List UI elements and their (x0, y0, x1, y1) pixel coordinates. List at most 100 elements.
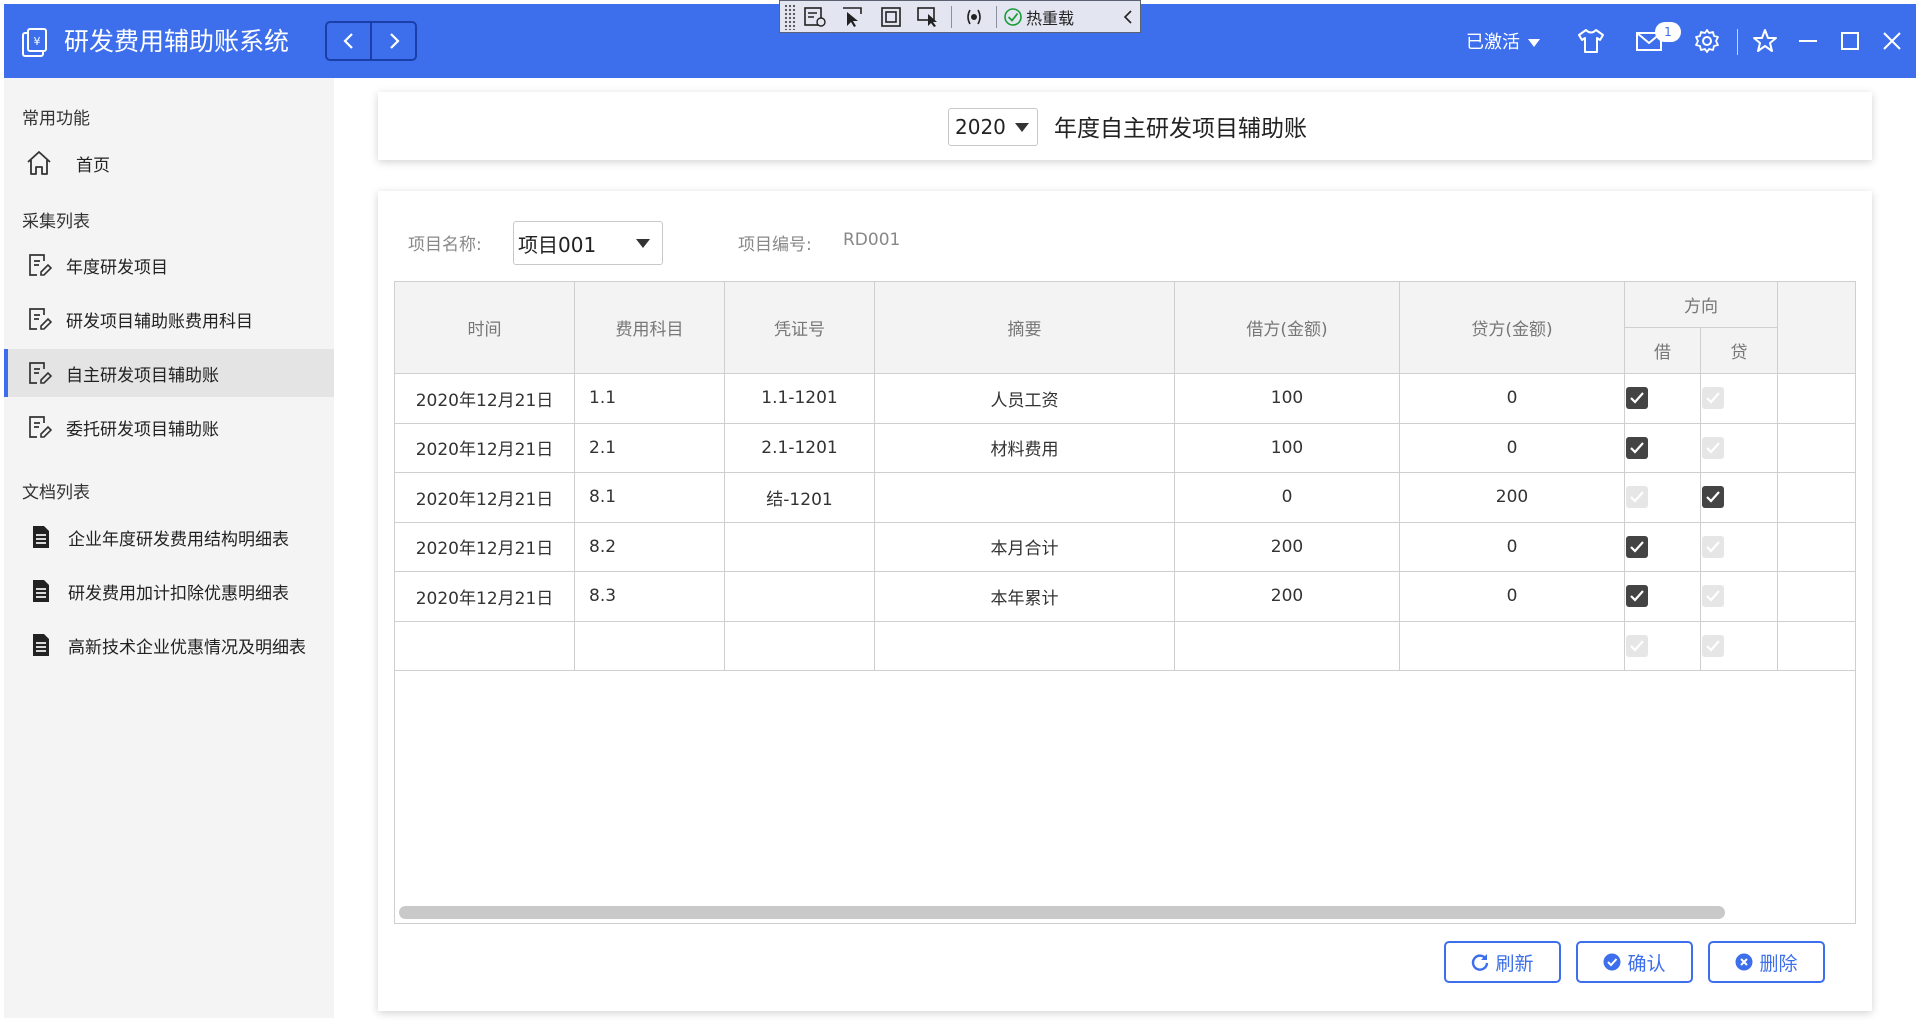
cell-filler (1778, 374, 1855, 424)
cell-credit[interactable] (1400, 621, 1625, 671)
cell-debit[interactable]: 100 (1175, 423, 1400, 473)
sidebar-item-home[interactable]: 首页 (4, 139, 334, 187)
column-header-voucher[interactable]: 凭证号 (725, 282, 875, 374)
favorite-button[interactable] (1748, 24, 1782, 58)
sidebar-item-label: 年度研发项目 (66, 257, 168, 278)
direction-debit-checkbox[interactable] (1626, 436, 1648, 459)
cell-voucher[interactable]: 结-1201 (725, 473, 875, 523)
binding-failures-button[interactable] (955, 2, 993, 32)
activation-status-dropdown[interactable]: 已激活 (1466, 30, 1540, 56)
section-title-collection: 采集列表 (22, 212, 90, 232)
direction-credit-checkbox[interactable] (1702, 436, 1724, 459)
cell-summary[interactable] (875, 473, 1175, 523)
cell-voucher[interactable] (725, 621, 875, 671)
sidebar-item-annual-projects[interactable]: 年度研发项目 (4, 241, 334, 289)
sidebar-item-super-deduction-detail[interactable]: 研发费用加计扣除优惠明细表 (4, 567, 334, 615)
cell-debit[interactable]: 0 (1175, 473, 1400, 523)
direction-credit-checkbox[interactable] (1702, 585, 1724, 608)
cell-direction (1625, 473, 1701, 523)
cell-voucher[interactable] (725, 522, 875, 572)
delete-button-label: 删除 (1759, 952, 1798, 975)
check-circle-icon (1603, 953, 1621, 971)
cell-subject[interactable]: 2.1 (575, 423, 725, 473)
cell-subject[interactable]: 8.2 (575, 522, 725, 572)
direction-debit-checkbox[interactable] (1626, 387, 1648, 410)
cell-credit[interactable]: 0 (1400, 423, 1625, 473)
direction-credit-checkbox[interactable] (1702, 486, 1724, 509)
cell-filler (1778, 572, 1855, 622)
project-name-select[interactable]: 项目001 (513, 221, 663, 265)
column-header-debit[interactable]: 借方(金额) (1175, 282, 1400, 374)
cell-time[interactable] (395, 621, 575, 671)
drag-grip-icon[interactable] (784, 3, 796, 30)
cell-summary[interactable] (875, 621, 1175, 671)
cell-debit[interactable] (1175, 621, 1400, 671)
sidebar-item-commissioned-rd-ledger[interactable]: 委托研发项目辅助账 (4, 403, 334, 451)
sidebar-item-self-rd-ledger[interactable]: 自主研发项目辅助账 (4, 349, 334, 397)
cell-subject[interactable] (575, 621, 725, 671)
select-element-button[interactable] (834, 2, 872, 32)
minimize-button[interactable] (1791, 24, 1825, 58)
sidebar-item-rd-structure-detail[interactable]: 企业年度研发费用结构明细表 (4, 513, 334, 561)
collapse-toolbar-button[interactable] (1116, 9, 1140, 24)
delete-button[interactable]: 删除 (1708, 941, 1825, 983)
sidebar-item-high-tech-detail[interactable]: 高新技术企业优惠情况及明细表 (4, 621, 334, 669)
live-visual-tree-button[interactable] (796, 2, 834, 32)
refresh-button[interactable]: 刷新 (1444, 941, 1561, 983)
cell-time[interactable]: 2020年12月21日 (395, 522, 575, 572)
direction-debit-checkbox[interactable] (1626, 535, 1648, 558)
display-adorners-button[interactable] (872, 2, 910, 32)
cell-debit[interactable]: 200 (1175, 522, 1400, 572)
back-button[interactable] (327, 23, 370, 59)
sidebar-item-expense-subjects[interactable]: 研发项目辅助账费用科目 (4, 295, 334, 343)
maximize-button[interactable] (1833, 24, 1867, 58)
track-focus-button[interactable] (910, 2, 948, 32)
column-header-direction-debit[interactable]: 借 (1625, 328, 1701, 374)
forward-button[interactable] (370, 23, 415, 59)
cell-credit[interactable]: 200 (1400, 473, 1625, 523)
column-header-summary[interactable]: 摘要 (875, 282, 1175, 374)
sidebar: 常用功能 首页 采集列表 年度研发项目 研发项目辅助账费用科目 自主研发项目辅助… (4, 78, 334, 1018)
cell-credit[interactable]: 0 (1400, 374, 1625, 424)
year-select[interactable]: 2020 (948, 108, 1038, 146)
direction-debit-checkbox[interactable] (1626, 486, 1648, 509)
direction-credit-checkbox[interactable] (1702, 387, 1724, 410)
cell-voucher[interactable] (725, 572, 875, 622)
cell-credit[interactable]: 0 (1400, 522, 1625, 572)
confirm-button[interactable]: 确认 (1576, 941, 1693, 983)
cell-direction (1625, 423, 1701, 473)
edit-doc-icon (24, 250, 54, 280)
cell-summary[interactable]: 本月合计 (875, 522, 1175, 572)
close-button[interactable] (1875, 24, 1909, 58)
cell-voucher[interactable]: 1.1-1201 (725, 374, 875, 424)
direction-debit-checkbox[interactable] (1626, 634, 1648, 657)
settings-button[interactable] (1690, 24, 1724, 58)
cell-voucher[interactable]: 2.1-1201 (725, 423, 875, 473)
direction-credit-checkbox[interactable] (1702, 535, 1724, 558)
direction-debit-checkbox[interactable] (1626, 585, 1648, 608)
cell-subject[interactable]: 8.1 (575, 473, 725, 523)
app-title: 研发费用辅助账系统 (64, 27, 290, 56)
direction-credit-checkbox[interactable] (1702, 634, 1724, 657)
cell-time[interactable]: 2020年12月21日 (395, 473, 575, 523)
cell-summary[interactable]: 本年累计 (875, 572, 1175, 622)
cell-summary[interactable]: 材料费用 (875, 423, 1175, 473)
column-header-direction-credit[interactable]: 贷 (1701, 328, 1778, 374)
cell-subject[interactable]: 8.3 (575, 572, 725, 622)
cell-credit[interactable]: 0 (1400, 572, 1625, 622)
skin-tshirt-button[interactable] (1574, 24, 1608, 58)
cell-subject[interactable]: 1.1 (575, 374, 725, 424)
cell-debit[interactable]: 200 (1175, 572, 1400, 622)
cell-time[interactable]: 2020年12月21日 (395, 423, 575, 473)
cell-debit[interactable]: 100 (1175, 374, 1400, 424)
hot-reload-status[interactable]: 热重载 (1004, 5, 1074, 29)
cell-summary[interactable]: 人员工资 (875, 374, 1175, 424)
column-header-credit[interactable]: 贷方(金额) (1400, 282, 1625, 374)
refresh-icon (1472, 954, 1489, 971)
column-header-time[interactable]: 时间 (395, 282, 575, 374)
visual-tree-icon (804, 6, 826, 27)
cell-time[interactable]: 2020年12月21日 (395, 374, 575, 424)
horizontal-scrollbar[interactable] (399, 906, 1725, 919)
cell-time[interactable]: 2020年12月21日 (395, 572, 575, 622)
column-header-subject[interactable]: 费用科目 (575, 282, 725, 374)
